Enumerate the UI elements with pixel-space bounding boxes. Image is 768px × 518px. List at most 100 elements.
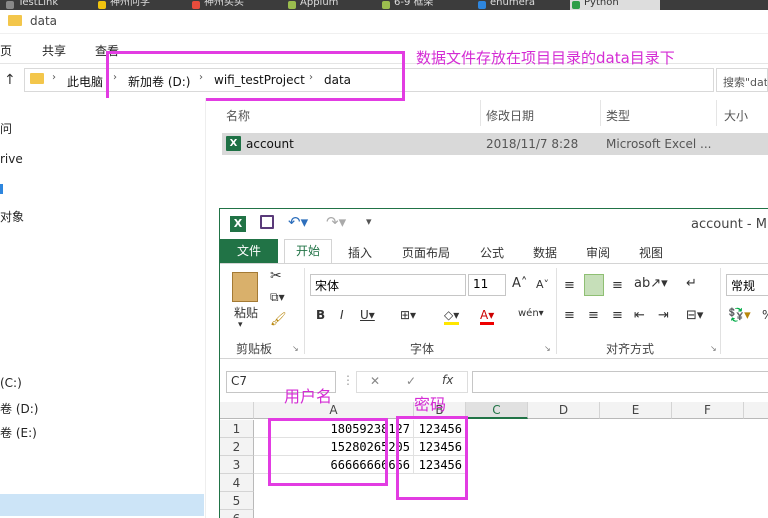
tab-page-layout[interactable]: 页面布局: [402, 244, 450, 261]
undo-icon[interactable]: ↶▾: [288, 213, 308, 231]
tab-insert[interactable]: 插入: [348, 244, 372, 261]
nav-item-drive-e[interactable]: 卷 (E:): [0, 424, 37, 441]
row-header[interactable]: 2: [220, 438, 254, 456]
formula-input[interactable]: [472, 371, 768, 393]
browser-tab[interactable]: enumera: [476, 0, 552, 10]
ribbon-tab-home[interactable]: 页: [0, 42, 12, 59]
redo-icon[interactable]: ↷▾: [326, 213, 346, 231]
percent-icon[interactable]: %: [762, 308, 768, 322]
check-icon[interactable]: ✓: [406, 374, 416, 388]
nav-item-quick-access[interactable]: 问: [0, 120, 12, 137]
column-header-a[interactable]: A: [254, 402, 414, 419]
excel-file-icon: X: [226, 136, 241, 151]
up-arrow-icon[interactable]: ↑: [4, 72, 16, 88]
save-icon[interactable]: [260, 215, 274, 229]
row-header[interactable]: 6: [220, 510, 254, 518]
dialog-launcher-icon[interactable]: ↘: [544, 344, 551, 353]
nav-item-drive-c[interactable]: (C:): [0, 376, 22, 390]
tab-view[interactable]: 视图: [639, 244, 663, 261]
breadcrumb-this-pc[interactable]: 此电脑: [67, 73, 103, 90]
decrease-indent-icon[interactable]: ⇤: [634, 308, 645, 323]
column-header-g[interactable]: [744, 402, 768, 419]
column-divider[interactable]: [716, 100, 717, 126]
paste-icon[interactable]: [232, 272, 258, 302]
column-header-e[interactable]: E: [600, 402, 672, 419]
format-painter-icon[interactable]: 🖌: [270, 312, 287, 327]
row-header[interactable]: 3: [220, 456, 254, 474]
customize-toolbar-icon[interactable]: ▾: [366, 215, 372, 228]
search-input[interactable]: 搜索"data: [716, 68, 768, 92]
increase-font-icon[interactable]: A˄: [512, 276, 527, 291]
select-all-corner[interactable]: [220, 402, 254, 419]
column-type[interactable]: 类型: [606, 107, 630, 124]
row-header[interactable]: 4: [220, 474, 254, 492]
align-top-icon[interactable]: ≡: [564, 278, 575, 293]
tab-formulas[interactable]: 公式: [480, 244, 504, 261]
font-color-icon[interactable]: A▾: [480, 308, 495, 325]
tab-file[interactable]: 文件: [220, 239, 278, 263]
browser-tab-label: Appium: [300, 0, 339, 8]
align-right-icon[interactable]: ≡: [612, 308, 623, 323]
tab-home[interactable]: 开始: [284, 239, 332, 263]
nav-item-onedrive[interactable]: rive: [0, 152, 23, 166]
column-header-d[interactable]: D: [528, 402, 600, 419]
file-name[interactable]: account: [246, 137, 294, 151]
annotation-note: 数据文件存放在项目目录的data目录下: [416, 49, 675, 67]
merge-center-icon[interactable]: ⊟▾: [686, 308, 703, 323]
font-name-select[interactable]: 宋体: [310, 274, 466, 296]
column-divider[interactable]: [600, 100, 601, 126]
folder-icon: [30, 73, 44, 84]
browser-tab[interactable]: 神州问学: [96, 0, 176, 10]
cut-icon[interactable]: ✂: [270, 268, 282, 284]
window-title: data: [30, 14, 58, 28]
chevron-right-icon[interactable]: ›: [52, 72, 56, 83]
annotation-highlight-box: [106, 51, 405, 101]
pc-icon: [0, 184, 3, 194]
font-size-select[interactable]: 11: [468, 274, 506, 296]
column-header-f[interactable]: F: [672, 402, 744, 419]
column-header-c[interactable]: C: [466, 402, 528, 419]
align-left-icon[interactable]: ≡: [564, 308, 575, 323]
column-size[interactable]: 大小: [724, 107, 748, 124]
bold-icon[interactable]: B: [316, 308, 325, 322]
decrease-font-icon[interactable]: A˅: [536, 278, 549, 291]
fill-color-icon[interactable]: ◇▾: [444, 308, 460, 325]
underline-icon[interactable]: U▾: [360, 308, 375, 322]
chevron-down-icon[interactable]: ▾: [238, 320, 243, 330]
browser-tab[interactable]: TestLink: [4, 0, 74, 10]
excel-window-title: account - Mic: [691, 217, 768, 232]
italic-icon[interactable]: I: [340, 308, 344, 322]
column-divider[interactable]: [480, 100, 481, 126]
group-label-clipboard: 剪贴板: [236, 342, 273, 356]
phonetic-icon[interactable]: wén▾: [518, 308, 544, 319]
name-box-dropdown-icon[interactable]: ⋮: [342, 373, 354, 387]
paste-button-label[interactable]: 粘贴: [234, 304, 258, 321]
browser-tab-active[interactable]: Python: [570, 0, 660, 10]
tab-data[interactable]: 数据: [533, 244, 557, 261]
column-modified[interactable]: 修改日期: [486, 107, 534, 124]
borders-icon[interactable]: ⊞▾: [400, 308, 416, 322]
copy-icon[interactable]: ⧉▾: [270, 290, 285, 305]
wrap-text-icon[interactable]: ↵: [686, 276, 697, 291]
column-name[interactable]: 名称: [226, 107, 250, 124]
browser-tab[interactable]: 6-9 框架: [380, 0, 454, 10]
nav-item-drive-d[interactable]: 卷 (D:): [0, 400, 38, 417]
align-center-icon[interactable]: ≡: [588, 308, 599, 323]
orientation-icon[interactable]: ab↗▾: [634, 276, 668, 291]
browser-tab[interactable]: Appium: [286, 0, 360, 10]
increase-indent-icon[interactable]: ⇥: [658, 308, 669, 323]
row-header[interactable]: 1: [220, 420, 254, 438]
currency-icon[interactable]: 💱▾: [728, 308, 751, 323]
number-format-select[interactable]: 常规: [726, 274, 768, 296]
align-bottom-icon[interactable]: ≡: [612, 278, 623, 293]
nav-item-3d-objects[interactable]: 对象: [0, 208, 24, 225]
cancel-icon[interactable]: ✕: [370, 374, 380, 388]
row-header[interactable]: 5: [220, 492, 254, 510]
ribbon-tab-share[interactable]: 共享: [42, 42, 66, 59]
browser-tab[interactable]: 神州买买: [190, 0, 274, 10]
tab-review[interactable]: 审阅: [586, 244, 610, 261]
insert-function-icon[interactable]: fx: [442, 373, 453, 387]
align-middle-icon[interactable]: [584, 274, 604, 296]
dialog-launcher-icon[interactable]: ↘: [292, 344, 299, 353]
dialog-launcher-icon[interactable]: ↘: [710, 344, 717, 353]
